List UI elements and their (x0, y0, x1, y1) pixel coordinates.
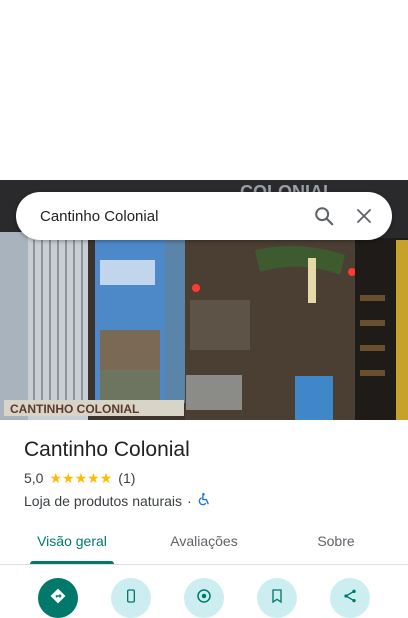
tab-reviews-label: Avaliações (170, 533, 238, 549)
directions-icon (49, 587, 67, 610)
search-query[interactable]: Cantinho Colonial (40, 208, 304, 225)
review-count: (1) (118, 470, 136, 486)
phone-icon (123, 588, 139, 609)
save-button[interactable] (257, 578, 297, 618)
place-category: Loja de produtos naturais (24, 492, 182, 509)
tab-reviews[interactable]: Avaliações (160, 520, 248, 564)
category-row: Loja de produtos naturais · (24, 492, 392, 509)
directions-button[interactable] (38, 578, 78, 618)
search-icon[interactable] (304, 196, 344, 236)
wheelchair-accessible-icon (197, 492, 211, 509)
place-title: Cantinho Colonial (24, 438, 190, 461)
call-button[interactable] (111, 578, 151, 618)
place-info: Cantinho Colonial 5,0 ★ ★ ★ ★ ★ (1) Loja de … (24, 436, 392, 509)
explore-icon (195, 587, 213, 610)
tab-overview[interactable]: Visão geral (30, 520, 114, 564)
explore-button[interactable] (184, 578, 224, 618)
share-button[interactable] (330, 578, 370, 618)
share-icon (342, 588, 358, 609)
store-sign-text: CANTINHO COLONIAL (10, 402, 139, 416)
search-bar[interactable]: Cantinho Colonial (16, 192, 392, 240)
rating-row[interactable]: 5,0 ★ ★ ★ ★ ★ (1) (24, 470, 392, 486)
separator: · (187, 492, 192, 509)
close-icon[interactable] (344, 196, 384, 236)
rating-value: 5,0 (24, 470, 44, 486)
tab-overview-label: Visão geral (37, 533, 107, 549)
tab-about-label: Sobre (317, 533, 355, 549)
save-icon (269, 588, 285, 609)
star-rating-icon: ★ ★ ★ ★ ★ (49, 470, 113, 486)
place-tabs: Visão geral Avaliações Sobre (0, 520, 408, 565)
action-buttons (0, 566, 408, 618)
tab-about[interactable]: Sobre (306, 520, 366, 564)
